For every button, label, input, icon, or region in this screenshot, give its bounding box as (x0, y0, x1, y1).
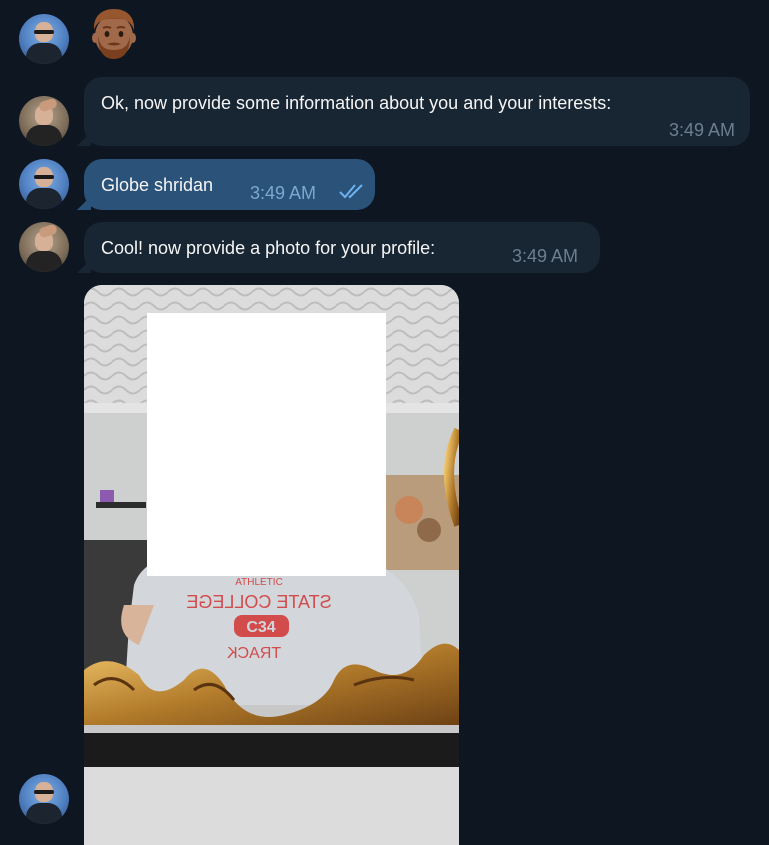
message-bubble-incoming[interactable]: Cool! now provide a photo for your profi… (77, 222, 600, 273)
avatar-body (26, 188, 62, 209)
svg-text:STATE COLLEGE: STATE COLLEGE (186, 592, 331, 612)
avatar-sunglasses (34, 175, 54, 179)
bot-avatar[interactable] (19, 96, 69, 146)
avatar-sunglasses (34, 30, 54, 34)
man-beard-emoji-icon (92, 9, 136, 59)
redaction-box (147, 313, 386, 576)
avatar-body (26, 251, 62, 272)
svg-text:ATHLETIC: ATHLETIC (235, 577, 283, 588)
avatar-body (26, 43, 62, 64)
message-time: 3:49 AM (512, 246, 579, 266)
user-avatar[interactable] (19, 14, 69, 64)
bot-avatar[interactable] (19, 222, 69, 272)
bubble-tail (77, 196, 91, 210)
avatar-body (26, 125, 62, 146)
svg-text:TRACK: TRACK (227, 645, 282, 662)
message-text: Cool! now provide a photo for your profi… (101, 238, 436, 258)
bubble-tail (77, 132, 91, 146)
photo-message[interactable]: ATHLETIC STATE COLLEGE C34 TRACK (84, 285, 459, 845)
message-time: 3:49 AM (668, 120, 735, 140)
bubble-tail (77, 259, 91, 273)
read-checks-icon (339, 184, 363, 199)
profile-photo-image: ATHLETIC STATE COLLEGE C34 TRACK (84, 285, 459, 845)
svg-text:C34: C34 (246, 619, 275, 636)
message-bubble-incoming[interactable]: Ok, now provide some information about y… (77, 77, 750, 146)
avatar-body (26, 803, 62, 824)
user-avatar[interactable] (19, 159, 69, 209)
message-text: Ok, now provide some information about y… (101, 93, 612, 113)
message-bubble-outgoing[interactable]: Globe shridan 3:49 AM (77, 159, 375, 210)
message-time: 3:49 AM (250, 183, 317, 203)
user-avatar[interactable] (19, 774, 69, 824)
avatar-sunglasses (34, 790, 54, 794)
message-text: Globe shridan (101, 175, 214, 195)
